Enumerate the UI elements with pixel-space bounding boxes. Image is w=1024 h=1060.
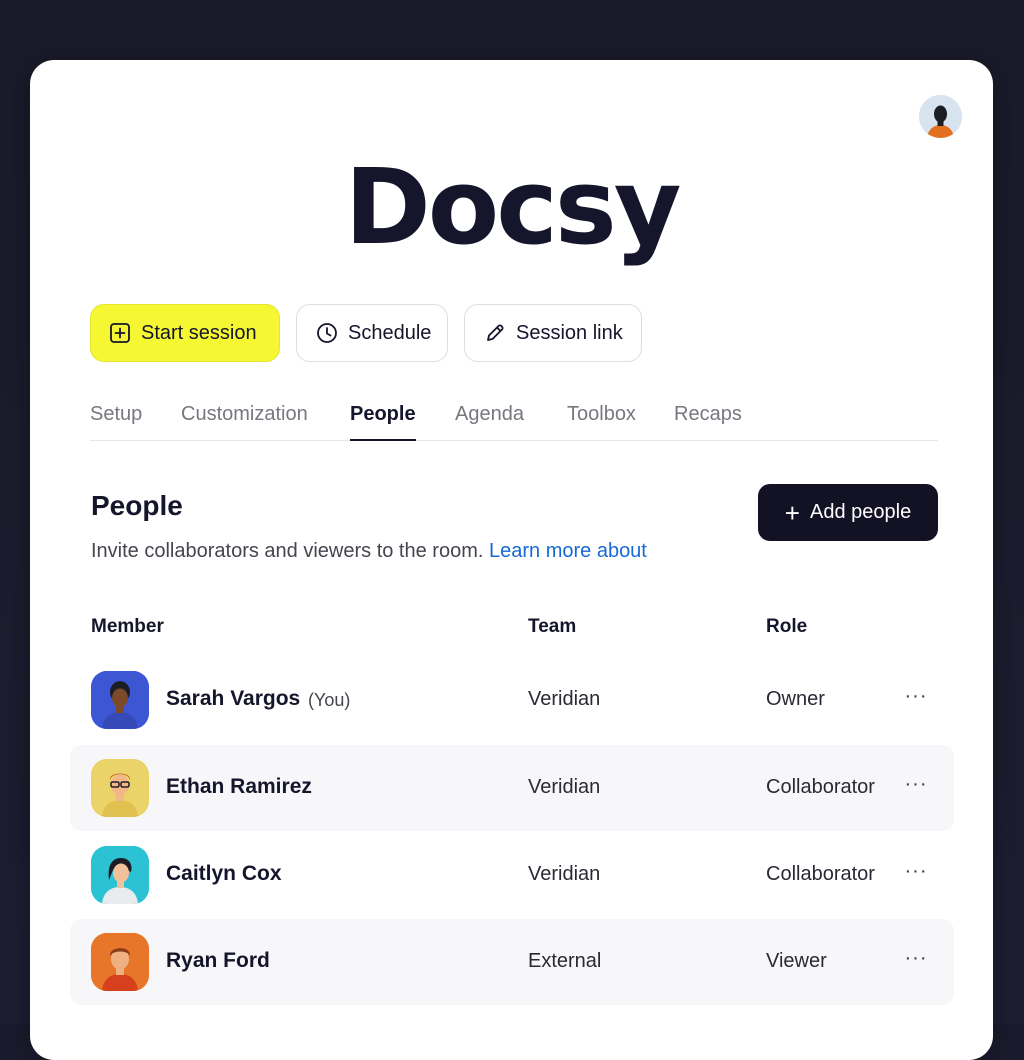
tab-setup[interactable]: Setup xyxy=(90,400,142,440)
member-name: Ethan Ramirez xyxy=(166,775,312,798)
member-team: Veridian xyxy=(528,863,601,885)
more-options-icon[interactable]: ··· xyxy=(902,943,930,973)
add-people-button[interactable]: + Add people xyxy=(758,484,938,541)
pencil-icon xyxy=(484,322,506,344)
more-options-icon[interactable]: ··· xyxy=(902,769,930,799)
add-people-label: Add people xyxy=(809,501,912,523)
tab-bar: Setup Customization People Agenda Toolbo… xyxy=(90,400,938,441)
member-role: Collaborator xyxy=(766,863,875,885)
more-options-icon[interactable]: ··· xyxy=(902,681,930,711)
session-link-label: Session link xyxy=(516,321,623,344)
avatar xyxy=(91,933,149,991)
tab-recaps[interactable]: Recaps xyxy=(674,400,742,440)
table-row[interactable]: Sarah Vargos (You) Veridian Owner ··· xyxy=(70,657,954,743)
section-title: People xyxy=(91,490,183,521)
column-header-role: Role xyxy=(766,616,808,637)
plus-square-icon xyxy=(109,322,131,344)
clock-icon xyxy=(316,322,338,344)
schedule-button[interactable]: Schedule xyxy=(296,304,448,362)
section-description: Invite collaborators and viewers to the … xyxy=(91,540,647,563)
table-row[interactable]: Ryan Ford External Viewer ··· xyxy=(70,919,954,1005)
table-row[interactable]: Ethan Ramirez Veridian Collaborator ··· xyxy=(70,745,954,831)
member-role: Viewer xyxy=(766,950,827,972)
session-link-button[interactable]: Session link xyxy=(464,304,642,362)
member-name: Ryan Ford xyxy=(166,949,270,972)
tab-toolbox[interactable]: Toolbox xyxy=(567,400,636,440)
description-text: Invite collaborators and viewers to the … xyxy=(91,540,484,562)
plus-icon: + xyxy=(784,497,800,528)
user-avatar[interactable] xyxy=(919,95,962,138)
member-role: Collaborator xyxy=(766,776,875,798)
tab-people[interactable]: People xyxy=(350,400,416,441)
avatar xyxy=(91,671,149,729)
column-header-member: Member xyxy=(91,616,164,637)
main-card: Docsy Start session Schedule Session lin… xyxy=(30,60,993,1060)
start-session-button[interactable]: Start session xyxy=(90,304,280,362)
schedule-label: Schedule xyxy=(348,321,432,344)
member-name: Sarah Vargos xyxy=(166,687,301,710)
member-name: Caitlyn Cox xyxy=(166,862,282,885)
member-team: Veridian xyxy=(528,688,601,710)
tab-agenda[interactable]: Agenda xyxy=(455,400,524,440)
table-row[interactable]: Caitlyn Cox Veridian Collaborator ··· xyxy=(70,832,954,918)
more-options-icon[interactable]: ··· xyxy=(902,856,930,886)
member-team: External xyxy=(528,950,602,972)
member-team: Veridian xyxy=(528,776,601,798)
app-logo: Docsy xyxy=(344,146,681,268)
member-role: Owner xyxy=(766,688,825,710)
learn-more-link[interactable]: Learn more about xyxy=(489,540,647,562)
you-label: (You) xyxy=(308,690,351,710)
column-header-team: Team xyxy=(528,616,577,637)
tab-customization[interactable]: Customization xyxy=(181,400,308,440)
start-session-label: Start session xyxy=(141,321,257,344)
avatar xyxy=(91,846,149,904)
avatar xyxy=(91,759,149,817)
